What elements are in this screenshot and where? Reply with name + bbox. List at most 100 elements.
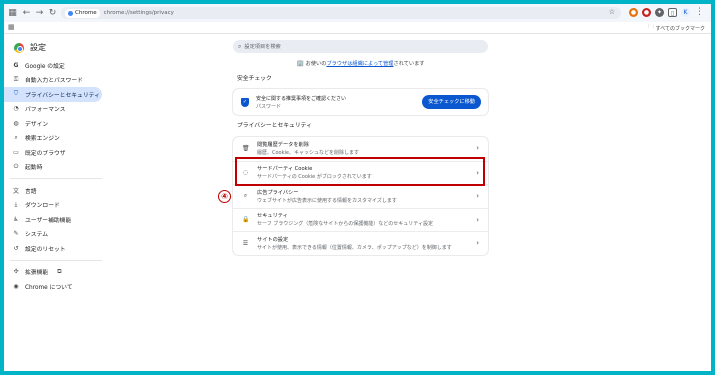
sidebar-item-label: システム [25,232,49,239]
gauge-icon: ◔ [13,105,19,113]
sidebar-item-label: デザイン [25,121,49,128]
sidebar-item-reset[interactable]: ↺ 設定のリセット [4,241,102,256]
safety-check-heading: 安全チェック [237,76,272,82]
managed-notice: 🏢 お使いのブラウザは組織によって管理されています [233,60,488,67]
shield-check-icon: ✓ [241,97,249,107]
sidebar-item-label: プライバシーとセキュリティ [25,92,100,99]
all-bookmarks[interactable]: 🗀 すべてのブックマーク [649,24,705,32]
lock-icon: 🔒 [242,216,250,224]
highlight-box [235,157,485,186]
browser-window: ▦ ← → ↻ ⌂ Chrome chrome://settings/priva… [4,4,711,371]
sidebar-item-label: 自動入力とパスワード [25,78,83,85]
chrome-logo-icon [14,42,24,53]
settings-search[interactable]: ⌕ 設定項目を検索 [233,40,488,53]
page-title: 設定 [30,43,46,52]
star-icon[interactable]: ☆ [609,8,615,16]
folder-icon: 🗀 [648,24,654,30]
sidebar-item-label: Google の設定 [25,63,65,70]
sidebar-item-accessibility[interactable]: ♿ ユーザー補助機能 [4,212,102,227]
sidebar-item-appearance[interactable]: ◍ デザイン [4,116,102,131]
chevron-right-icon: › [476,144,479,152]
wrench-icon: ✎ [13,230,19,238]
site-chip[interactable]: Chrome [65,8,100,18]
search-input[interactable]: 設定項目を検索 [244,43,280,50]
row-ad-privacy[interactable]: ⌕ 広告プライバシー ウェブサイトが広告表示に使用する情報をカスタマイズします › [233,184,488,208]
building-icon: 🏢 [296,60,305,67]
row-site-settings[interactable]: ☰ サイトの設定 サイトが使用、表示できる情報（位置情報、カメラ、ポップアップなど… [233,231,488,255]
reload-icon[interactable]: ↻ [47,8,58,19]
sidebar-item-languages[interactable]: 文言語 [4,183,102,198]
panel-icon[interactable]: ▯ [668,8,677,17]
apps-grid-icon[interactable]: ▦ [8,23,15,31]
key-icon: ⚿ [13,75,19,83]
sidebar-item-downloads[interactable]: ⤓ ダウンロード [4,198,102,213]
extension-puzzle-icon[interactable]: ✦ [655,8,664,17]
sidebar-item-default-browser[interactable]: ▭ 既定のブラウザ [4,145,102,160]
safety-check-line1: 安全に関する推奨事項をご確認ください [256,95,347,102]
url-text: chrome://settings/privacy [103,10,174,16]
search-icon: ⌕ [14,133,18,141]
sidebar-item-performance[interactable]: ◔ パフォーマンス [4,102,102,117]
sliders-icon: ☰ [242,239,249,247]
sidebar-divider [10,178,102,179]
settings-header: 設定 [14,42,46,53]
menu-icon[interactable]: ⋮ [694,7,705,18]
reset-icon: ↺ [13,244,19,252]
google-icon: G [13,61,19,69]
back-icon[interactable]: ← [21,8,32,19]
row-desc: ウェブサイトが広告表示に使用する情報をカスタマイズします [257,197,397,204]
sidebar-item-label: 検索エンジン [25,136,60,143]
sidebar-item-about-chrome[interactable]: ◉ Chrome について [4,279,102,294]
sidebar-item-autofill[interactable]: ⚿ 自動入力とパスワード [4,73,102,88]
privacy-card: 🗑 閲覧履歴データを削除 履歴、Cookie、キャッシュなどを削除します › ◌ … [233,137,488,255]
extension-icon[interactable]: ● [629,8,638,17]
row-title: サイトの設定 [257,236,289,243]
all-bookmarks-label: すべてのブックマーク [655,25,705,32]
power-icon: ⏻ [13,162,19,170]
sidebar-item-extensions[interactable]: ✣ 拡張機能 ⧉ [4,265,102,280]
sidebar-item-google[interactable]: G Google の設定 [4,58,102,73]
managed-post: されています [393,61,425,67]
row-security[interactable]: 🔒 セキュリティ セーフ ブラウジング（危険なサイトからの保護機能）などのセキュリ… [233,207,488,232]
chevron-right-icon: › [476,239,479,247]
puzzle-icon: ✣ [13,268,19,276]
safety-check-card: ✓ 安全に関する推奨事項をご確認ください パスワード 安全チェックに移動 [233,89,488,115]
row-title: セキュリティ [257,213,288,220]
palette-icon: ◍ [13,119,19,127]
profile-avatar[interactable]: K [681,8,690,17]
extension-icon[interactable]: ● [642,8,651,17]
sidebar-item-on-startup[interactable]: ⏻ 起動時 [4,160,102,175]
row-title: 広告プライバシー [257,189,299,196]
sidebar-item-label: ユーザー補助機能 [25,217,72,224]
trash-icon: 🗑 [242,145,250,153]
accessibility-icon: ♿ [13,215,19,223]
sidebar-divider [10,259,102,261]
sidebar-item-label: 言語 [25,188,37,195]
external-link-icon: ⧉ [57,267,62,275]
sidebar-item-label: Chrome について [25,284,73,291]
row-desc: セーフ ブラウジング（危険なサイトからの保護機能）などのセキュリティ設定 [257,221,433,228]
sidebar-item-search-engine[interactable]: ⌕ 検索エンジン [4,131,102,146]
sidebar-item-label: パフォーマンス [25,107,66,114]
apps-icon[interactable]: ▦ [7,8,18,19]
sidebar-item-label: 既定のブラウザ [25,150,66,157]
address-bar[interactable]: Chrome chrome://settings/privacy ☆ [61,7,621,19]
browser-icon: ▭ [13,148,19,156]
ad-privacy-icon: ⌕ [243,192,248,200]
go-to-safety-check-button[interactable]: 安全チェックに移動 [422,95,481,109]
chevron-right-icon: › [476,192,479,200]
extensions-area: ● ● ✦ ▯ K ⋮ [629,7,705,18]
privacy-heading: プライバシーとセキュリティ [237,123,312,129]
sidebar-item-label: 拡張機能 [25,270,49,277]
managed-pre: お使いの [305,61,327,67]
managed-link[interactable]: ブラウザは組織によって管理 [326,61,393,67]
search-icon: ⌕ [238,42,242,50]
sidebar-item-label: 設定のリセット [25,246,66,253]
sidebar-item-system[interactable]: ✎ システム [4,227,102,242]
sidebar-item-privacy[interactable]: ⛉ プライバシーとセキュリティ [4,87,102,102]
row-desc: 履歴、Cookie、キャッシュなどを削除します [257,150,359,157]
sidebar-item-label: ダウンロード [25,203,60,210]
sidebar-item-label: 起動時 [25,165,43,172]
safety-check-line2: パスワード [256,103,282,110]
forward-icon[interactable]: → [34,8,45,19]
